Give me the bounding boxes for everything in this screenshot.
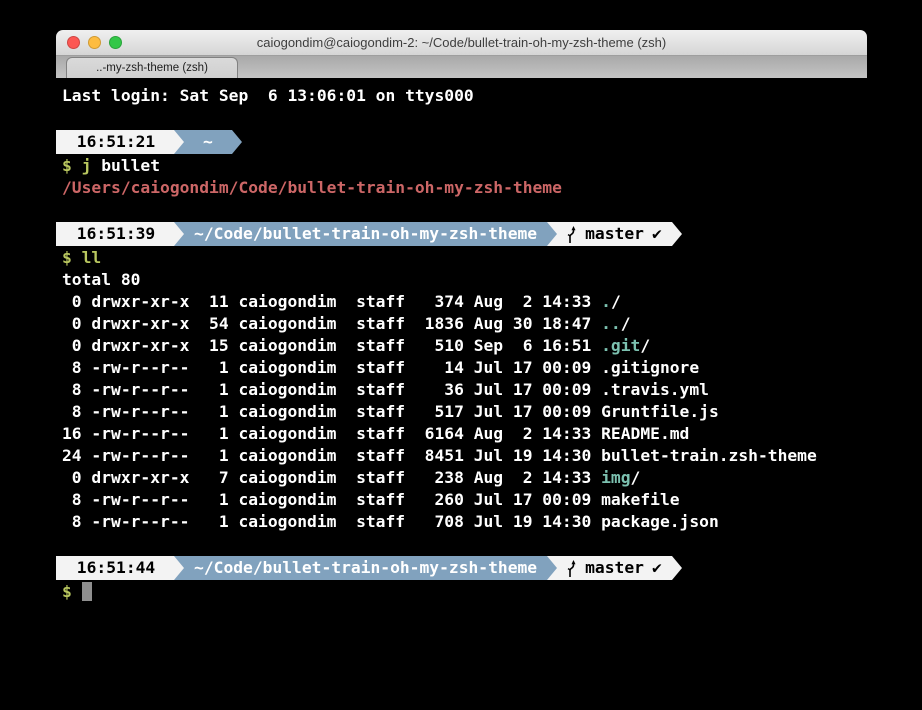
file-meta: 16 -rw-r--r-- 1 caiogondim staff 6164 Au… xyxy=(62,424,601,443)
file-meta: 8 -rw-r--r-- 1 caiogondim staff 36 Jul 1… xyxy=(62,380,601,399)
file-dir-slash: / xyxy=(611,292,621,311)
powerline-separator-icon xyxy=(174,130,184,154)
file-row: 24 -rw-r--r-- 1 caiogondim staff 8451 Ju… xyxy=(62,445,867,467)
git-branch-icon xyxy=(566,560,577,577)
prompt-line-1: 16:51:21 ~ xyxy=(56,129,867,155)
close-button[interactable] xyxy=(67,36,80,49)
file-meta: 0 drwxr-xr-x 7 caiogondim staff 238 Aug … xyxy=(62,468,601,487)
file-name: .. xyxy=(601,314,621,333)
terminal-content[interactable]: Last login: Sat Sep 6 13:06:01 on ttys00… xyxy=(56,79,867,704)
ls-total-text: total 80 xyxy=(62,270,140,289)
file-name: Gruntfile.js xyxy=(601,402,719,421)
file-row: 16 -rw-r--r-- 1 caiogondim staff 6164 Au… xyxy=(62,423,867,445)
terminal-window: caiogondim@caiogondim-2: ~/Code/bullet-t… xyxy=(56,30,867,704)
file-row: 8 -rw-r--r-- 1 caiogondim staff 14 Jul 1… xyxy=(62,357,867,379)
file-meta: 0 drwxr-xr-x 15 caiogondim staff 510 Sep… xyxy=(62,336,601,355)
window-title: caiogondim@caiogondim-2: ~/Code/bullet-t… xyxy=(257,35,667,50)
prompt-char: $ xyxy=(62,248,82,267)
file-name: . xyxy=(601,292,611,311)
file-row: 0 drwxr-xr-x 54 caiogondim staff 1836 Au… xyxy=(62,313,867,335)
command-line-1: $ j bullet xyxy=(62,155,867,177)
file-row: 0 drwxr-xr-x 7 caiogondim staff 238 Aug … xyxy=(62,467,867,489)
zoom-button[interactable] xyxy=(109,36,122,49)
powerline-separator-icon xyxy=(547,556,557,580)
command-name: j xyxy=(82,156,92,175)
input-line[interactable]: $ xyxy=(62,581,867,603)
blank-line xyxy=(62,533,867,555)
text-cursor xyxy=(82,582,92,601)
prompt-line-2: 16:51:39 ~/Code/bullet-train-oh-my-zsh-t… xyxy=(56,221,867,247)
tab-active[interactable]: ..-my-zsh-theme (zsh) xyxy=(66,57,238,78)
file-name: .gitignore xyxy=(601,358,699,377)
file-meta: 0 drwxr-xr-x 54 caiogondim staff 1836 Au… xyxy=(62,314,601,333)
file-row: 8 -rw-r--r-- 1 caiogondim staff 708 Jul … xyxy=(62,511,867,533)
blank-line xyxy=(62,199,867,221)
file-name: .travis.yml xyxy=(601,380,709,399)
file-name: bullet-train.zsh-theme xyxy=(601,446,817,465)
file-list: 0 drwxr-xr-x 11 caiogondim staff 374 Aug… xyxy=(62,291,867,533)
prompt-line-3: 16:51:44 ~/Code/bullet-train-oh-my-zsh-t… xyxy=(56,555,867,581)
file-name: package.json xyxy=(601,512,719,531)
blank-line xyxy=(62,107,867,129)
traffic-lights xyxy=(67,30,122,55)
prompt-path-segment: ~/Code/bullet-train-oh-my-zsh-theme xyxy=(184,556,547,580)
file-meta: 24 -rw-r--r-- 1 caiogondim staff 8451 Ju… xyxy=(62,446,601,465)
minimize-button[interactable] xyxy=(88,36,101,49)
command-name: ll xyxy=(82,248,102,267)
powerline-separator-icon xyxy=(672,222,682,246)
file-row: 0 drwxr-xr-x 11 caiogondim staff 374 Aug… xyxy=(62,291,867,313)
prompt-git-segment: master ✔ xyxy=(557,556,672,580)
file-name: img xyxy=(601,468,630,487)
file-meta: 8 -rw-r--r-- 1 caiogondim staff 517 Jul … xyxy=(62,402,601,421)
tab-bar: ..-my-zsh-theme (zsh) xyxy=(56,56,867,78)
file-row: 8 -rw-r--r-- 1 caiogondim staff 260 Jul … xyxy=(62,489,867,511)
powerline-separator-icon xyxy=(174,556,184,580)
window-titlebar[interactable]: caiogondim@caiogondim-2: ~/Code/bullet-t… xyxy=(56,30,867,56)
prompt-char: $ xyxy=(62,582,82,601)
prompt-git-segment: master ✔ xyxy=(557,222,672,246)
powerline-separator-icon xyxy=(232,130,242,154)
git-clean-check: ✔ xyxy=(652,222,662,246)
file-name: README.md xyxy=(601,424,689,443)
cd-output-line: /Users/caiogondim/Code/bullet-train-oh-m… xyxy=(62,177,867,199)
git-clean-check: ✔ xyxy=(652,556,662,580)
powerline-separator-icon xyxy=(547,222,557,246)
file-dir-slash: / xyxy=(640,336,650,355)
cd-output-text: /Users/caiogondim/Code/bullet-train-oh-m… xyxy=(62,178,562,197)
last-login-text: Last login: Sat Sep 6 13:06:01 on ttys00… xyxy=(62,86,474,105)
file-row: 8 -rw-r--r-- 1 caiogondim staff 517 Jul … xyxy=(62,401,867,423)
file-meta: 8 -rw-r--r-- 1 caiogondim staff 260 Jul … xyxy=(62,490,601,509)
prompt-time-segment: 16:51:39 xyxy=(56,222,174,246)
powerline-separator-icon xyxy=(672,556,682,580)
tab-label: ..-my-zsh-theme (zsh) xyxy=(96,62,208,74)
prompt-path-segment: ~/Code/bullet-train-oh-my-zsh-theme xyxy=(184,222,547,246)
file-name: .git xyxy=(601,336,640,355)
command-line-2: $ ll xyxy=(62,247,867,269)
git-branch-icon xyxy=(566,226,577,243)
file-name: makefile xyxy=(601,490,679,509)
git-branch-name: master xyxy=(585,556,644,580)
file-meta: 8 -rw-r--r-- 1 caiogondim staff 708 Jul … xyxy=(62,512,601,531)
file-meta: 8 -rw-r--r-- 1 caiogondim staff 14 Jul 1… xyxy=(62,358,601,377)
file-row: 0 drwxr-xr-x 15 caiogondim staff 510 Sep… xyxy=(62,335,867,357)
prompt-time-segment: 16:51:21 xyxy=(56,130,174,154)
file-meta: 0 drwxr-xr-x 11 caiogondim staff 374 Aug… xyxy=(62,292,601,311)
ls-total-line: total 80 xyxy=(62,269,867,291)
prompt-time-segment: 16:51:44 xyxy=(56,556,174,580)
git-branch-name: master xyxy=(585,222,644,246)
powerline-separator-icon xyxy=(174,222,184,246)
file-row: 8 -rw-r--r-- 1 caiogondim staff 36 Jul 1… xyxy=(62,379,867,401)
prompt-char: $ xyxy=(62,156,82,175)
file-dir-slash: / xyxy=(621,314,631,333)
prompt-path-segment: ~ xyxy=(184,130,232,154)
command-args: bullet xyxy=(91,156,160,175)
last-login-line: Last login: Sat Sep 6 13:06:01 on ttys00… xyxy=(62,85,867,107)
file-dir-slash: / xyxy=(631,468,641,487)
